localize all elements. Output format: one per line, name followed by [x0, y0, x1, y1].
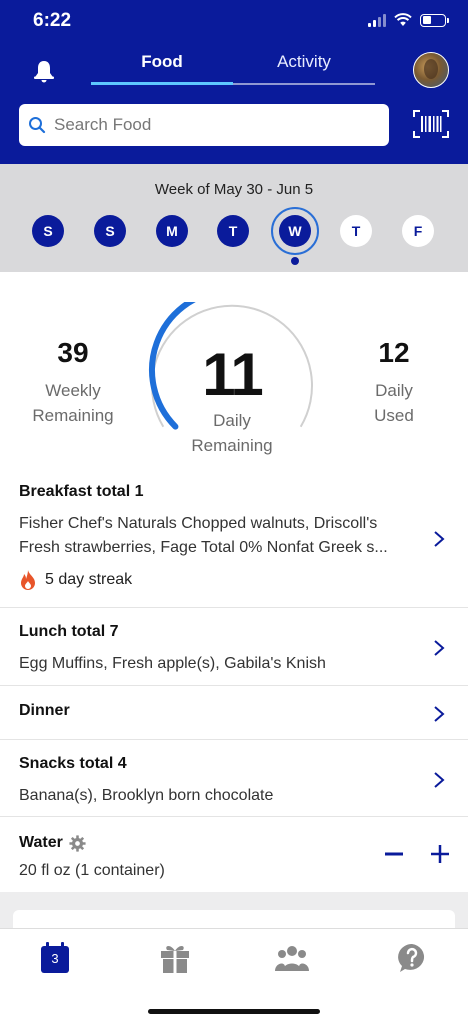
day-thursday[interactable]: T — [340, 215, 372, 247]
search-icon — [29, 117, 46, 134]
water-title-wrap: Water — [19, 834, 86, 852]
day-monday[interactable]: M — [156, 215, 188, 247]
top-tabs: Food Activity — [91, 48, 375, 86]
gear-icon[interactable] — [69, 834, 86, 852]
status-icons — [368, 13, 449, 27]
day-tuesday[interactable]: T — [217, 215, 249, 247]
breakfast-title: Breakfast total 1 — [19, 483, 144, 500]
avatar[interactable] — [413, 52, 449, 88]
daily-remaining-label: Daily Remaining — [191, 411, 273, 455]
search-bar[interactable] — [19, 104, 389, 146]
chevron-right-icon — [434, 640, 445, 656]
signal-icon — [368, 13, 386, 27]
tab-activity[interactable]: Activity — [233, 48, 375, 84]
calendar-day-number: 3 — [51, 951, 59, 966]
weekly-remaining[interactable]: 39 Weekly Remaining — [12, 337, 134, 428]
search-input[interactable] — [54, 115, 374, 135]
gift-icon — [161, 946, 189, 973]
app-header: 6:22 Food Activity — [0, 0, 468, 164]
day-friday[interactable]: F — [402, 215, 434, 247]
today-dot — [291, 257, 299, 265]
chevron-right-icon — [434, 706, 445, 722]
tab-food[interactable]: Food — [91, 48, 233, 84]
snacks-row[interactable]: Snacks total 4 Banana(s), Brooklyn born … — [0, 740, 468, 817]
help-icon — [398, 944, 425, 972]
water-decrement-button[interactable] — [383, 843, 405, 865]
daily-used[interactable]: 12 Daily Used — [334, 337, 454, 428]
week-label: Week of May 30 - Jun 5 — [154, 181, 314, 198]
lunch-description: Egg Muffins, Fresh apple(s), Gabila's Kn… — [19, 655, 326, 672]
lunch-row[interactable]: Lunch total 7 Egg Muffins, Fresh apple(s… — [0, 608, 468, 686]
daily-used-value: 12 — [378, 337, 410, 368]
daily-remaining-value: 11 — [202, 341, 263, 408]
status-time: 6:22 — [33, 10, 72, 31]
weekly-remaining-label: Weekly Remaining — [32, 381, 114, 425]
day-wednesday[interactable]: W — [279, 215, 311, 247]
weekly-remaining-value: 39 — [57, 337, 89, 368]
battery-icon — [420, 13, 449, 27]
snacks-title: Snacks total 4 — [19, 755, 127, 772]
nav-help[interactable] — [395, 941, 429, 975]
nav-community[interactable] — [275, 941, 309, 975]
day-sunday[interactable]: S — [32, 215, 64, 247]
breakfast-streak: 5 day streak — [19, 569, 132, 591]
home-indicator — [148, 1009, 320, 1014]
nav-rewards[interactable] — [158, 941, 192, 975]
nav-calendar[interactable]: 3 — [38, 941, 72, 975]
day-saturday[interactable]: S — [94, 215, 126, 247]
week-strip: Week of May 30 - Jun 5 S S M T W T F — [0, 164, 468, 272]
bottom-nav: 3 — [0, 928, 468, 1024]
barcode-icon[interactable] — [413, 109, 449, 139]
snacks-description: Banana(s), Brooklyn born chocolate — [19, 787, 274, 804]
chevron-right-icon — [434, 531, 445, 547]
community-icon — [275, 946, 309, 971]
wifi-icon — [394, 13, 412, 26]
breakfast-description: Fisher Chef's Naturals Chopped walnuts, … — [19, 515, 388, 556]
lunch-title: Lunch total 7 — [19, 623, 119, 640]
dinner-title: Dinner — [19, 702, 70, 719]
water-title: Water — [19, 834, 63, 851]
breakfast-row[interactable]: Breakfast total 1 Fisher Chef's Naturals… — [0, 470, 468, 608]
water-increment-button[interactable] — [429, 843, 451, 865]
flame-icon — [21, 570, 35, 590]
tab-active-indicator — [91, 82, 233, 85]
dinner-row[interactable]: Dinner — [0, 686, 468, 740]
bell-icon[interactable] — [31, 58, 57, 84]
chevron-right-icon — [434, 772, 445, 788]
daily-used-label: Daily Used — [374, 381, 414, 425]
water-amount: 20 fl oz (1 container) — [19, 862, 165, 879]
